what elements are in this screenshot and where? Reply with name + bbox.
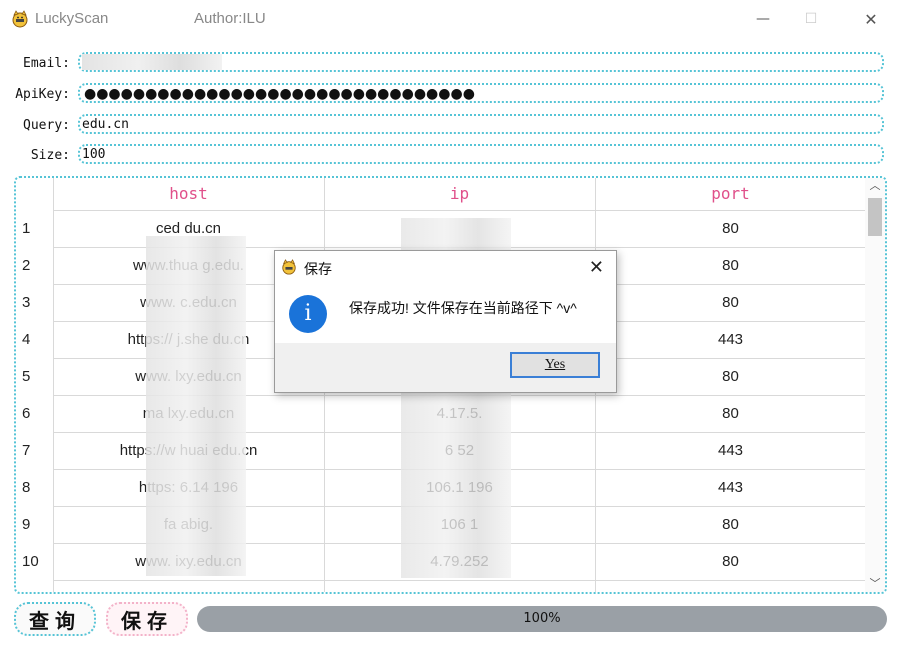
row-number: 4	[22, 331, 31, 348]
cell-port: 80	[722, 516, 739, 533]
query-button[interactable]: 查询	[14, 602, 96, 636]
title-bar: LuckyScan Author:ILU — ☐ ✕	[0, 0, 902, 38]
row-number: 1	[22, 220, 31, 237]
email-field[interactable]	[78, 52, 884, 72]
cell-port: 80	[722, 257, 739, 274]
save-button[interactable]: 保存	[106, 602, 188, 636]
yes-button[interactable]: Yes	[510, 352, 600, 378]
app-title: LuckyScan	[35, 10, 109, 27]
dialog-title: 保存	[304, 261, 332, 277]
apikey-label: ApiKey:	[15, 87, 70, 102]
cell-port: 80	[722, 294, 739, 311]
cell-port: 443	[717, 331, 744, 348]
row-number: 8	[22, 479, 31, 496]
close-button[interactable]: ✕	[848, 4, 894, 34]
minimize-button[interactable]: —	[740, 4, 786, 34]
dialog-title-bar: 保存 ✕	[275, 251, 616, 283]
apikey-value: ●●●●●●●●●●●●●●●●●●●●●●●●●●●●●●●●	[84, 86, 475, 102]
redacted-email	[82, 54, 222, 70]
query-label: Query:	[23, 118, 70, 133]
query-value: edu.cn	[82, 117, 129, 132]
table-row[interactable]: 11 .79.126.9680	[16, 580, 867, 592]
dialog-app-icon	[282, 259, 296, 275]
row-number: 2	[22, 257, 31, 274]
maximize-button[interactable]: ☐	[788, 4, 834, 34]
table-header: host ip port	[16, 178, 867, 210]
progress-label: 100%	[523, 611, 561, 626]
redaction-smudge	[146, 236, 246, 576]
size-label: Size:	[30, 148, 70, 163]
dialog-close-icon[interactable]: ✕	[589, 257, 604, 278]
apikey-field[interactable]: ●●●●●●●●●●●●●●●●●●●●●●●●●●●●●●●●	[78, 83, 884, 103]
size-value: 100	[82, 147, 106, 162]
dialog-body: i 保存成功! 文件保存在当前路径下 ^v^	[275, 283, 616, 343]
cell-port: 80	[595, 580, 866, 592]
minimize-icon: —	[756, 11, 770, 27]
header-divider	[53, 210, 867, 211]
app-icon	[12, 10, 28, 28]
scroll-thumb[interactable]	[868, 198, 882, 236]
yes-button-label: Yes	[544, 357, 566, 372]
column-header-host[interactable]: host	[53, 184, 324, 203]
close-icon: ✕	[864, 9, 878, 29]
cell-host	[53, 580, 324, 592]
query-field[interactable]: edu.cn	[78, 114, 884, 134]
cell-port: 80	[722, 405, 739, 422]
save-dialog: 保存 ✕ i 保存成功! 文件保存在当前路径下 ^v^ Yes	[274, 250, 617, 393]
cell-port: 443	[717, 442, 744, 459]
info-icon: i	[289, 295, 327, 333]
author-label: Author:ILU	[194, 10, 266, 27]
row-number: 3	[22, 294, 31, 311]
maximize-icon: ☐	[804, 11, 818, 27]
row-number: 9	[22, 516, 31, 533]
cell-port: 80	[722, 220, 739, 237]
row-number: 6	[22, 405, 31, 422]
cell-port: 443	[717, 479, 744, 496]
scroll-up-icon[interactable]: ︿	[865, 178, 885, 194]
row-number: 11	[22, 580, 38, 592]
column-header-port[interactable]: port	[595, 184, 866, 203]
row-number: 7	[22, 442, 31, 459]
column-header-ip[interactable]: ip	[324, 184, 595, 203]
email-label: Email:	[23, 56, 70, 71]
size-field[interactable]: 100	[78, 144, 884, 164]
cell-port: 80	[722, 553, 739, 570]
progress-bar: 100%	[197, 606, 887, 632]
cell-port: 80	[722, 368, 739, 385]
table-scrollbar[interactable]: ︿ ﹀	[865, 178, 885, 592]
scroll-down-icon[interactable]: ﹀	[865, 576, 885, 592]
dialog-message: 保存成功! 文件保存在当前路径下 ^v^	[349, 300, 577, 316]
row-number: 5	[22, 368, 31, 385]
cell-ip: .79.126.96	[324, 580, 595, 592]
row-number: 10	[22, 553, 39, 570]
